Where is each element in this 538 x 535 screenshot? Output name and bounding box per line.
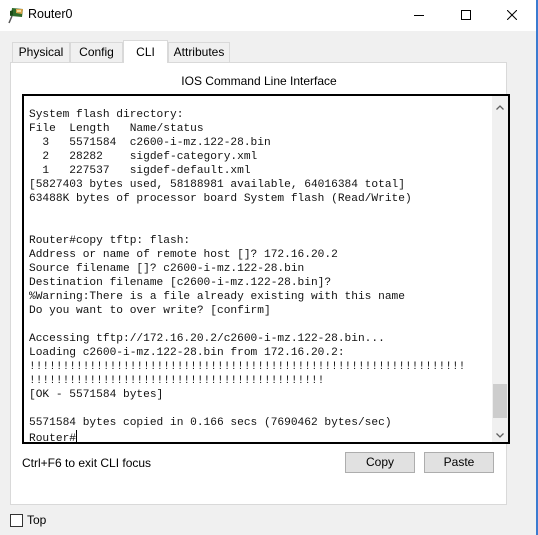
chevron-up-icon	[496, 99, 504, 113]
cli-line: [OK - 5571584 bytes]	[29, 389, 164, 401]
cli-line: Destination filename [c2600-i-mz.122-28.…	[29, 277, 332, 289]
cli-output-lines: System flash directory: File Length Name…	[29, 109, 465, 429]
title-bar[interactable]: Router0	[0, 0, 536, 31]
chevron-down-icon	[496, 427, 504, 441]
cli-line: 63488K bytes of processor board System f…	[29, 193, 412, 205]
cli-line: Source filename []? c2600-i-mz.122-28.bi…	[29, 263, 305, 275]
top-checkbox[interactable]	[10, 514, 23, 527]
close-icon	[507, 10, 517, 20]
cli-line: !!!!!!!!!!!!!!!!!!!!!!!!!!!!!!!!!!!!!!!!…	[29, 375, 325, 387]
cli-line: Router#copy tftp: flash:	[29, 235, 191, 247]
tab-config[interactable]: Config	[70, 42, 123, 62]
cli-line: 5571584 bytes copied in 0.166 secs (7690…	[29, 417, 392, 429]
cli-line: !!!!!!!!!!!!!!!!!!!!!!!!!!!!!!!!!!!!!!!!…	[29, 361, 466, 373]
paste-button[interactable]: Paste	[424, 452, 494, 473]
cli-line: 2 28282 sigdef-category.xml	[42, 151, 258, 163]
copy-button[interactable]: Copy	[345, 452, 415, 473]
cli-line: Address or name of remote host []? 172.1…	[29, 249, 338, 261]
top-checkbox-label: Top	[27, 513, 47, 527]
scroll-up-button[interactable]	[492, 98, 508, 114]
text-cursor	[76, 430, 77, 443]
maximize-button[interactable]	[443, 0, 489, 30]
tab-physical[interactable]: Physical	[12, 42, 70, 62]
cli-line: Loading c2600-i-mz.122-28.bin from 172.1…	[29, 347, 345, 359]
minimize-icon	[414, 10, 424, 20]
tab-cli[interactable]: CLI	[123, 40, 168, 63]
maximize-icon	[461, 10, 471, 20]
close-button[interactable]	[489, 0, 535, 30]
cli-focus-hint: Ctrl+F6 to exit CLI focus	[22, 456, 152, 470]
scroll-thumb[interactable]	[493, 384, 507, 418]
tab-attributes[interactable]: Attributes	[168, 42, 230, 62]
cli-prompt: Router#	[29, 433, 76, 445]
cli-console[interactable]: System flash directory: File Length Name…	[22, 94, 510, 446]
cli-heading: IOS Command Line Interface	[181, 74, 337, 88]
cli-line: Accessing tftp://172.16.20.2/c2600-i-mz.…	[29, 333, 385, 345]
cli-line: Do you want to over write? [confirm]	[29, 305, 271, 317]
cli-line: [5827403 bytes used, 58188981 available,…	[29, 179, 405, 191]
cli-scrollbar[interactable]	[492, 96, 508, 442]
window-title: Router0	[28, 7, 73, 21]
minimize-button[interactable]	[396, 0, 442, 30]
router-device-icon	[7, 6, 24, 24]
cli-line: 3 5571584 c2600-i-mz.122-28.bin	[42, 137, 271, 149]
scroll-down-button[interactable]	[492, 426, 508, 442]
cli-line: System flash directory:	[29, 109, 184, 121]
cli-line: File Length Name/status	[29, 123, 204, 135]
cli-line: 1 227537 sigdef-default.xml	[42, 165, 251, 177]
cli-output[interactable]: System flash directory: File Length Name…	[29, 108, 465, 446]
cli-line: %Warning:There is a file already existin…	[29, 291, 405, 303]
